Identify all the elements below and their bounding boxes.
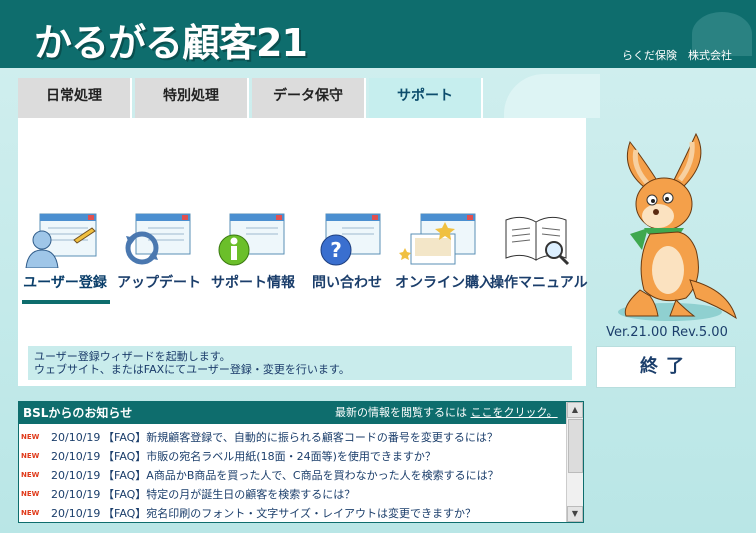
new-badge: NEW xyxy=(21,509,40,517)
news-item[interactable]: NEW 20/10/19 【FAQ】宛名印刷のフォント・文字サイズ・レイアウトは… xyxy=(19,504,567,522)
news-item[interactable]: NEW 20/10/19 【FAQ】新規顧客登録で、自動的に振られる顧客コードの… xyxy=(19,428,567,447)
news-text: 【FAQ】特定の月が誕生日の顧客を検索するには？ xyxy=(103,488,356,501)
description-line-2: ウェブサイト、またはFAXにてユーザー登録・変更を行います。 xyxy=(34,363,350,376)
news-link[interactable]: ここをクリック。 xyxy=(471,406,558,419)
info-icon xyxy=(218,213,285,266)
news-date: 20/10/19 xyxy=(51,431,101,444)
news-date: 20/10/19 xyxy=(51,507,101,520)
news-panel: BSLからのお知らせ 最新の情報を閲覧するには ここをクリック。 NEW 20/… xyxy=(18,401,584,523)
tab-bar: 日常処理 特別処理 データ保守 サポート xyxy=(18,74,600,118)
online-purchase-label: オンライン購入 xyxy=(395,275,493,291)
news-item[interactable]: NEW 20/10/19 【FAQ】A商品かB商品を買った人で、C商品を買わなか… xyxy=(19,466,567,485)
news-list: NEW 20/10/19 【FAQ】新規顧客登録で、自動的に振られる顧客コードの… xyxy=(19,428,567,522)
question-icon: ? xyxy=(320,213,381,266)
exit-button[interactable]: 終了 xyxy=(596,346,736,388)
news-header: BSLからのお知らせ 最新の情報を閲覧するには ここをクリック。 xyxy=(19,402,567,424)
manual-icon xyxy=(505,216,570,266)
kangaroo-mascot-icon xyxy=(618,132,737,321)
scroll-up-icon[interactable]: ▲ xyxy=(567,402,583,418)
tab-daily[interactable]: 日常処理 xyxy=(18,78,132,118)
online-purchase-icon xyxy=(399,213,476,265)
support-info-button[interactable]: サポート情報 xyxy=(206,212,300,302)
app-logo: かるがる顧客21 xyxy=(34,12,308,65)
news-item[interactable]: NEW 20/10/19 【FAQ】市販の宛名ラベル用紙(18面・24面等)を使… xyxy=(19,447,567,466)
version-text: Ver.21.00 Rev.5.00 xyxy=(606,325,728,340)
logo-text: かるがる顧客21 xyxy=(34,21,308,65)
inquiry-button[interactable]: ? 問い合わせ xyxy=(300,212,394,302)
news-date: 20/10/19 xyxy=(51,450,101,463)
news-text: 【FAQ】宛名印刷のフォント・文字サイズ・レイアウトは変更できますか？ xyxy=(103,507,476,520)
app-header: かるがる顧客21 らくだ保険 株式会社 xyxy=(0,0,756,68)
news-item[interactable]: NEW 20/10/19 【FAQ】特定の月が誕生日の顧客を検索するには？ xyxy=(19,485,567,504)
support-info-label: サポート情報 xyxy=(211,275,295,291)
news-scrollbar[interactable]: ▲ ▼ xyxy=(566,402,583,522)
news-link-prefix: 最新の情報を閲覧するには xyxy=(335,406,467,419)
inquiry-label: 問い合わせ xyxy=(312,275,382,291)
news-title: BSLからのお知らせ xyxy=(23,406,133,420)
new-badge: NEW xyxy=(21,433,40,441)
scroll-down-icon[interactable]: ▼ xyxy=(567,506,583,522)
tab-bar-corner xyxy=(504,74,600,118)
update-button[interactable]: アップデート xyxy=(112,212,206,302)
new-badge: NEW xyxy=(21,471,40,479)
online-purchase-button[interactable]: オンライン購入 xyxy=(395,212,493,302)
user-register-button[interactable]: ユーザー登録 xyxy=(18,212,112,302)
news-text: 【FAQ】市販の宛名ラベル用紙(18面・24面等)を使用できますか？ xyxy=(103,450,436,463)
description-line-1: ユーザー登録ウィザードを起動します。 xyxy=(34,350,231,363)
selected-indicator xyxy=(22,300,110,304)
tab-special[interactable]: 特別処理 xyxy=(135,78,249,118)
news-link-line: 最新の情報を閲覧するには ここをクリック。 xyxy=(335,402,558,424)
user-register-label: ユーザー登録 xyxy=(23,275,107,291)
svg-text:?: ? xyxy=(330,238,342,262)
tab-data-maintenance[interactable]: データ保守 xyxy=(252,78,366,118)
manual-label: 操作マニュアル xyxy=(490,275,588,291)
description-box: ユーザー登録ウィザードを起動します。 ウェブサイト、またはFAXにてユーザー登録… xyxy=(28,346,572,380)
company-name: らくだ保険 株式会社 xyxy=(622,49,732,62)
update-label: アップデート xyxy=(117,275,201,291)
new-badge: NEW xyxy=(21,490,40,498)
tab-support[interactable]: サポート xyxy=(369,78,483,118)
news-date: 20/10/19 xyxy=(51,469,101,482)
scroll-thumb[interactable] xyxy=(568,419,583,473)
news-text: 【FAQ】A商品かB商品を買った人で、C商品を買わなかった人を検索するには？ xyxy=(103,469,499,482)
news-date: 20/10/19 xyxy=(51,488,101,501)
update-icon xyxy=(125,213,191,265)
user-register-icon xyxy=(25,213,97,268)
new-badge: NEW xyxy=(21,452,40,460)
news-text: 【FAQ】新規顧客登録で、自動的に振られる顧客コードの番号を変更するには？ xyxy=(103,431,498,444)
manual-button[interactable]: 操作マニュアル xyxy=(490,212,588,302)
